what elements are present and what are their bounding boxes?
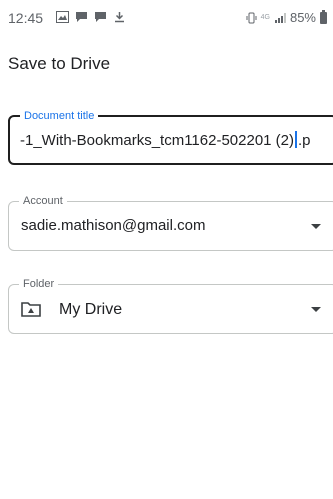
folder-label: Folder bbox=[19, 277, 59, 291]
folder-value: My Drive bbox=[59, 301, 123, 318]
photos-icon bbox=[56, 11, 69, 23]
network-badge: 4G bbox=[260, 14, 270, 21]
status-time: 12:45 bbox=[8, 10, 44, 26]
text-cursor bbox=[295, 131, 298, 148]
folder-dropdown[interactable]: Folder My Drive bbox=[8, 277, 333, 334]
document-title-field[interactable]: Document title -1_With-Bookmarks_tcm1162… bbox=[8, 109, 333, 165]
chat-icon bbox=[76, 12, 87, 22]
document-title-text-after: .p bbox=[298, 132, 311, 149]
document-title-label: Document title bbox=[20, 109, 99, 123]
signal-icon bbox=[274, 12, 286, 23]
status-bar: 12:45 4G 85% bbox=[0, 0, 333, 36]
folder-icon bbox=[21, 302, 41, 317]
battery-icon bbox=[320, 9, 327, 24]
account-label: Account bbox=[19, 194, 67, 208]
battery-percent: 85% bbox=[289, 10, 316, 25]
download-icon bbox=[115, 12, 124, 23]
page-title: Save to Drive bbox=[8, 54, 111, 73]
document-title-text: -1_With-Bookmarks_tcm1162-502201 (2) bbox=[20, 132, 295, 149]
document-title-input[interactable]: -1_With-Bookmarks_tcm1162-502201 (2) .p bbox=[20, 131, 311, 149]
chevron-down-icon bbox=[311, 307, 321, 312]
chat-icon bbox=[95, 12, 106, 22]
notification-icons bbox=[56, 11, 126, 23]
account-dropdown[interactable]: Account sadie.mathison@gmail.com bbox=[8, 194, 333, 251]
chevron-down-icon bbox=[311, 224, 321, 229]
vibrate-icon bbox=[246, 12, 257, 23]
system-status: 4G 85% bbox=[246, 9, 327, 25]
account-value: sadie.mathison@gmail.com bbox=[21, 217, 206, 234]
